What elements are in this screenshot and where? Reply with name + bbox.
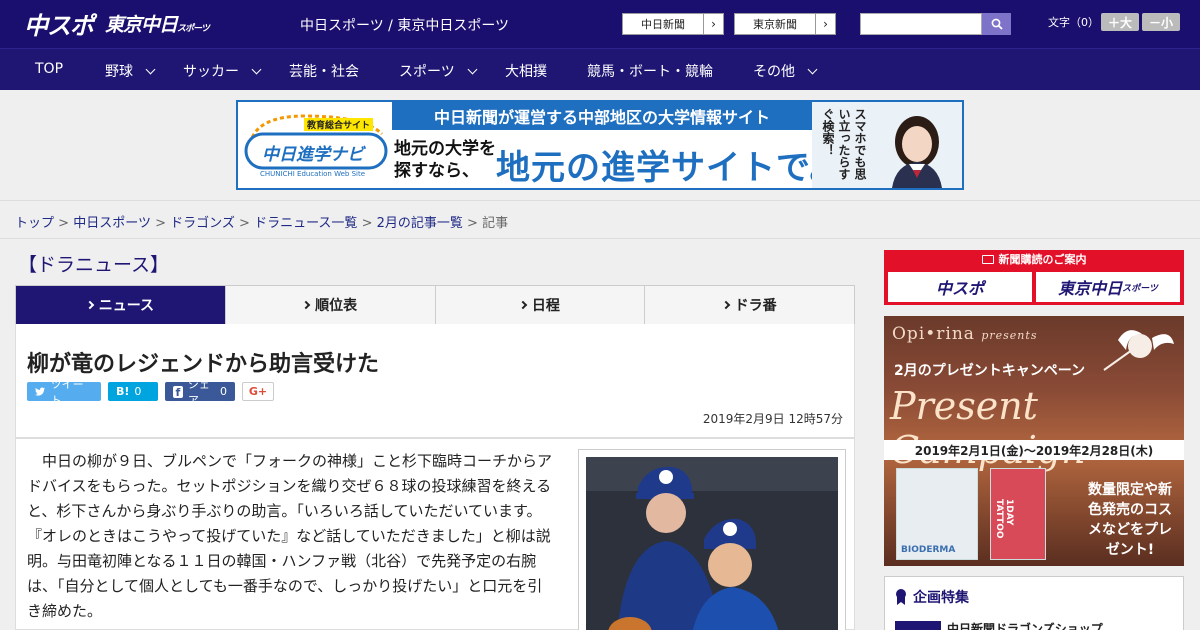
dragons-tabs: ニュース 順位表 日程 ドラ番	[15, 285, 855, 331]
nav-item-baseball[interactable]: 野球	[105, 61, 156, 81]
article-header: 柳が竜のレジェンドから助言受けた ツイート B! 0 f シェア 0 G+ 20…	[15, 324, 855, 438]
present-campaign-ad[interactable]: Opi•rina presents 2月のプレゼントキャンペーン Present…	[884, 316, 1184, 566]
ad-campaign-title: 2月のプレゼントキャンペーン	[894, 363, 1086, 379]
shingaku-navi-banner[interactable]: 教育総合サイト 中日進学ナビ CHUNICHI Education Web Si…	[236, 100, 964, 190]
main-nav: TOP 野球 サッカー 芸能・社会 スポーツ 大相撲 競馬・ボート・競輪 その他	[0, 48, 1200, 90]
chevron-down-icon	[807, 64, 818, 74]
font-size-label: 文字（0）	[1048, 16, 1099, 29]
search-button[interactable]	[982, 13, 1011, 35]
breadcrumb-current: 記事	[482, 216, 509, 231]
cupid-icon	[1103, 330, 1174, 371]
banner-main-copy: 地元の進学サイトで。	[496, 148, 845, 188]
breadcrumb: トップ > 中日スポーツ > ドラゴンズ > ドラニュース一覧 > 2月の記事一…	[15, 216, 509, 231]
section-title: 【ドラニュース】	[18, 254, 170, 276]
facebook-icon: f	[173, 385, 183, 399]
chevron-right-icon: ›	[815, 14, 835, 34]
feature-header: 企画特集	[895, 587, 969, 607]
subscribe-chuspo-button[interactable]: 中スポ	[888, 272, 1032, 302]
search-icon	[991, 18, 1003, 30]
subscribe-tokyo-chunichi-button[interactable]: 東京中日 スポーツ	[1036, 272, 1180, 302]
banner-vertical-text: スマホでも思い立ったらすぐ検索！	[821, 108, 867, 180]
nav-item-other[interactable]: その他	[753, 61, 818, 81]
banner-subtext: 地元の大学を 探すなら、	[394, 139, 496, 181]
breadcrumb-dragons[interactable]: ドラゴンズ	[170, 216, 235, 231]
shingaku-navi-logo: 教育総合サイト 中日進学ナビ CHUNICHI Education Web Si…	[244, 110, 394, 182]
twitter-icon	[35, 386, 46, 396]
breadcrumb-feb-list[interactable]: 2月の記事一覧	[377, 216, 463, 231]
font-smaller-button[interactable]: －小	[1142, 13, 1180, 31]
site-logo[interactable]: 中スポ 東京中日スポーツ	[24, 8, 210, 40]
article-date: 2019年2月9日 12時57分	[702, 412, 843, 426]
hatena-icon: B!	[116, 385, 130, 398]
ad-cta: 数量限定や新色発売のコスメなどをプレゼント!	[1088, 482, 1172, 558]
ribbon-icon	[896, 589, 906, 605]
tab-standings[interactable]: 順位表	[226, 286, 436, 324]
tweet-button[interactable]: ツイート	[27, 378, 101, 407]
search-input[interactable]	[860, 13, 982, 35]
logo-chuspo: 中スポ	[24, 11, 94, 40]
nav-item-sports[interactable]: スポーツ	[399, 61, 478, 81]
banner-headline: 中日新聞が運営する中部地区の大学情報サイト	[392, 102, 812, 130]
chevron-right-icon	[85, 300, 94, 310]
site-name: 中日スポーツ / 東京中日スポーツ	[300, 18, 510, 34]
logo-tokyo-chunichi: 東京中日スポーツ	[105, 13, 210, 36]
chevron-right-icon	[301, 300, 311, 310]
facebook-share-button[interactable]: f シェア 0	[165, 378, 235, 407]
hatena-count: 0	[134, 385, 142, 398]
breadcrumb-dranews-list[interactable]: ドラニュース一覧	[254, 216, 357, 231]
chunichi-shimbun-link[interactable]: 中日新聞 ›	[622, 13, 724, 35]
hatena-bookmark-button[interactable]: B! 0	[108, 382, 158, 401]
newspaper-icon	[981, 254, 994, 264]
chevron-right-icon: ›	[703, 14, 723, 34]
breadcrumb-chunichi-sports[interactable]: 中日スポーツ	[73, 216, 151, 231]
nav-item-keiba[interactable]: 競馬・ボート・競輪	[587, 61, 713, 81]
ad-product-tattoo: 1DAY TATTOO	[990, 468, 1046, 560]
share-count: 0	[220, 385, 227, 398]
tokyo-shimbun-link[interactable]: 東京新聞 ›	[734, 13, 836, 35]
nav-item-soccer[interactable]: サッカー	[183, 61, 262, 81]
nav-item-sumo[interactable]: 大相撲	[505, 61, 547, 81]
chevron-right-icon	[721, 300, 730, 310]
article-text: 中日の柳が９日、ブルペンで「フォークの神様」こと杉下臨時コーチからアドバイスをも…	[27, 452, 553, 620]
article-body: 中日の柳が９日、ブルペンで「フォークの神様」こと杉下臨時コーチからアドバイスをも…	[15, 438, 855, 630]
tab-schedule[interactable]: 日程	[436, 286, 646, 324]
chevron-down-icon	[251, 64, 262, 74]
ad-product-bioderma: BIODERMA	[896, 468, 978, 560]
chevron-right-icon	[518, 300, 528, 310]
chevron-down-icon	[467, 64, 478, 74]
subscription-box: 新聞購読のご案内 中スポ 東京中日 スポーツ	[884, 250, 1184, 305]
breadcrumb-top[interactable]: トップ	[15, 216, 54, 231]
top-header: 中スポ 東京中日スポーツ 中日スポーツ / 東京中日スポーツ 中日新聞 › 東京…	[0, 0, 1200, 48]
chevron-down-icon	[145, 64, 156, 74]
feature-box: 企画特集 中日新聞ドラゴンズショップ	[884, 576, 1184, 630]
article-photo-frame	[578, 449, 846, 630]
tab-draban[interactable]: ドラ番	[645, 286, 854, 324]
feature-item-dragons-shop[interactable]: 中日新聞ドラゴンズショップ	[947, 620, 1103, 630]
font-larger-button[interactable]: ＋大	[1101, 13, 1139, 31]
ad-date-range: 2019年2月1日(金)〜2019年2月28日(木)	[884, 440, 1184, 460]
tab-news[interactable]: ニュース	[16, 286, 226, 331]
subscription-header: 新聞購読のご案内	[884, 250, 1184, 268]
social-buttons: ツイート B! 0 f シェア 0 G+	[27, 378, 274, 407]
ad-brand: Opi•rina presents	[892, 324, 1038, 344]
google-plus-button[interactable]: G+	[242, 382, 274, 401]
article-photo[interactable]	[586, 457, 838, 630]
dragons-shop-thumbnail	[895, 621, 941, 630]
nav-item-top[interactable]: TOP	[35, 61, 63, 77]
article-headline: 柳が竜のレジェンドから助言受けた	[27, 352, 380, 377]
breadcrumb-bar: トップ > 中日スポーツ > ドラゴンズ > ドラニュース一覧 > 2月の記事一…	[0, 200, 1200, 239]
nav-item-entertainment[interactable]: 芸能・社会	[289, 61, 359, 81]
